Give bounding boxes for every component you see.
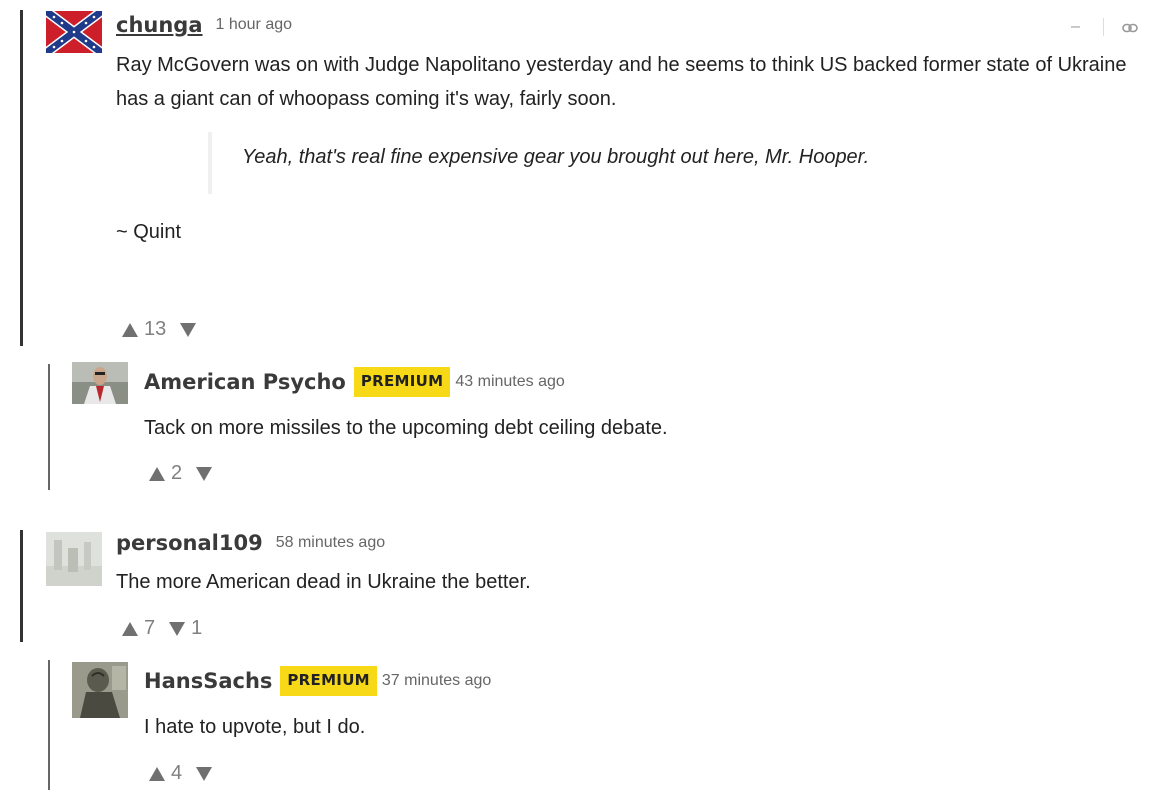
comment-body: Tack on more missiles to the upcoming de… bbox=[144, 417, 668, 439]
reply-line bbox=[48, 364, 50, 490]
comments-thread: chunga 1 hour ago – Ray McGovern was on … bbox=[0, 0, 1171, 800]
upvote-icon[interactable] bbox=[149, 766, 165, 781]
upvote-count: 13 bbox=[144, 318, 167, 340]
statue-photo-avatar bbox=[72, 662, 128, 718]
premium-badge: PREMIUM bbox=[353, 367, 451, 397]
blockquote: Yeah, that's real fine expensive gear yo… bbox=[208, 132, 1058, 194]
avatar[interactable] bbox=[46, 11, 102, 53]
upvote-count: 4 bbox=[171, 762, 183, 784]
avatar[interactable] bbox=[72, 362, 128, 404]
upvote-icon[interactable] bbox=[122, 621, 138, 636]
comment-header: chunga 1 hour ago bbox=[116, 13, 292, 37]
link-icon[interactable] bbox=[1122, 21, 1138, 39]
vote-controls: 2 bbox=[149, 462, 213, 485]
comment-header: HansSachs PREMIUM 37 minutes ago bbox=[144, 666, 491, 696]
downvote-icon[interactable] bbox=[196, 766, 213, 781]
comment-body: The more American dead in Ukraine the be… bbox=[116, 571, 531, 593]
signature: ~ Quint bbox=[116, 221, 182, 243]
username-link[interactable]: American Psycho bbox=[144, 370, 346, 394]
username-link[interactable]: HansSachs bbox=[144, 669, 272, 693]
thread-line bbox=[20, 530, 23, 642]
timestamp[interactable]: 1 hour ago bbox=[216, 16, 293, 34]
confederate-flag-avatar bbox=[46, 11, 102, 53]
downvote-icon[interactable] bbox=[180, 322, 197, 337]
vote-controls: 7 1 bbox=[122, 617, 202, 640]
comment-header: personal109 58 minutes ago bbox=[116, 531, 385, 555]
comment-header: American Psycho PREMIUM 43 minutes ago bbox=[144, 367, 565, 397]
vote-controls: 4 bbox=[149, 762, 213, 785]
thread-line bbox=[20, 10, 23, 346]
premium-badge: PREMIUM bbox=[280, 666, 377, 696]
username-link[interactable]: personal109 bbox=[116, 531, 263, 555]
timestamp[interactable]: 43 minutes ago bbox=[455, 373, 564, 391]
quote-text: Yeah, that's real fine expensive gear yo… bbox=[242, 146, 870, 168]
upvote-icon[interactable] bbox=[122, 322, 138, 337]
person-photo-avatar bbox=[72, 362, 128, 404]
avatar[interactable] bbox=[72, 662, 128, 718]
upvote-icon[interactable] bbox=[149, 466, 165, 481]
username-link[interactable]: chunga bbox=[116, 13, 203, 37]
comment-body: I hate to upvote, but I do. bbox=[144, 716, 366, 738]
timestamp[interactable]: 37 minutes ago bbox=[382, 672, 491, 690]
downvote-icon[interactable] bbox=[196, 466, 213, 481]
collapse-button[interactable]: – bbox=[1071, 18, 1080, 36]
downvote-icon[interactable] bbox=[169, 621, 186, 636]
divider bbox=[1103, 18, 1104, 36]
downvote-count: 1 bbox=[191, 617, 203, 639]
comment-body: Ray McGovern was on with Judge Napolitan… bbox=[116, 54, 1127, 110]
vote-controls: 13 bbox=[122, 318, 197, 341]
upvote-count: 2 bbox=[171, 462, 183, 484]
avatar[interactable] bbox=[46, 532, 102, 586]
faded-photo-avatar bbox=[46, 532, 102, 586]
reply-line bbox=[48, 660, 50, 790]
upvote-count: 7 bbox=[144, 617, 156, 639]
timestamp[interactable]: 58 minutes ago bbox=[276, 534, 385, 552]
